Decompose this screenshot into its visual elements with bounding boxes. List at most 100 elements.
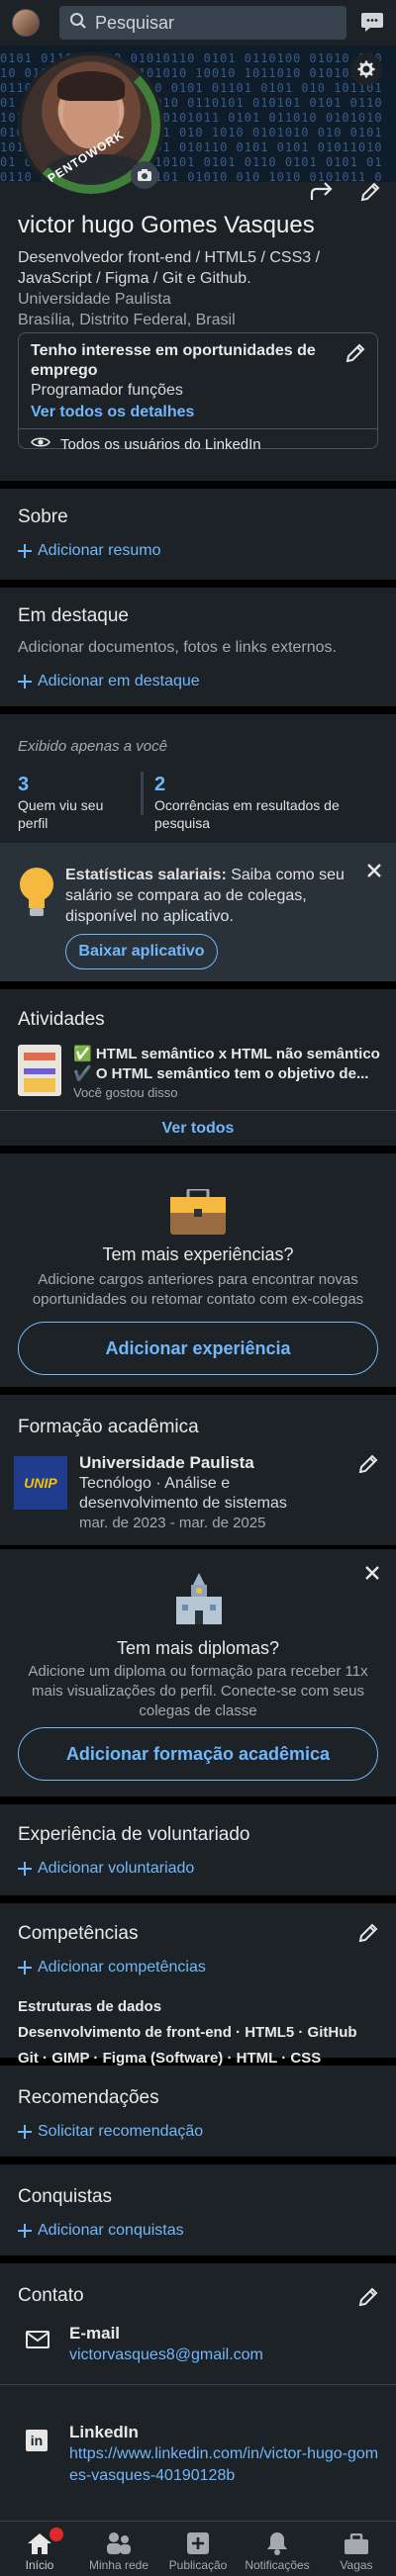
edit-intro-pencil-icon[interactable]	[358, 180, 382, 204]
open-to-work-card[interactable]: Tenho interesse em oportunidades de empr…	[18, 332, 378, 453]
skill-item[interactable]: HTML5	[245, 2024, 294, 2041]
diplomas-prompt-desc: Adicione um diploma ou formação para rec…	[28, 1663, 368, 1719]
email-value: victorvasques8@gmail.com	[69, 2346, 263, 2363]
plus-icon	[18, 2224, 32, 2238]
skills-row: Desenvolvimento de front-end · HTML5 · G…	[18, 2020, 384, 2046]
post-line-2: ✔️ O HTML semântico tem o objetivo de...	[73, 1065, 369, 1082]
education-school: Universidade Paulista	[79, 1453, 254, 1472]
nav-item-notifications[interactable]: Notificações	[238, 2522, 317, 2576]
stat-profile-views[interactable]: 3 Quem viu seu perfil	[18, 774, 137, 832]
profile-headline: Desenvolvedor front-end / HTML5 / CSS3 /…	[18, 249, 321, 287]
add-achievements-label: Adicionar conquistas	[38, 2222, 184, 2239]
edit-opportunities-pencil-icon[interactable]	[344, 341, 367, 365]
linkedin-label: LinkedIn	[69, 2423, 139, 2441]
featured-title: Em destaque	[18, 605, 129, 626]
eye-icon	[31, 435, 50, 453]
post-thumbnail[interactable]	[18, 1045, 61, 1096]
skill-item[interactable]: Estruturas de dados	[18, 1998, 161, 2015]
skill-separator: ·	[223, 2050, 237, 2067]
email-label: E-mail	[69, 2324, 121, 2343]
plus-icon	[18, 1961, 32, 1975]
edit-skills-pencil-icon[interactable]	[356, 1921, 380, 1945]
close-icon[interactable]	[364, 1565, 380, 1584]
nav-item-home[interactable]: Início	[0, 2522, 79, 2576]
post-meta: Você gostou disso	[73, 1085, 178, 1100]
messaging-icon[interactable]	[360, 11, 384, 36]
skill-item[interactable]: Desenvolvimento de front-end	[18, 2024, 232, 2041]
nav-item-jobs[interactable]: Vagas	[317, 2522, 396, 2576]
see-all-details-link[interactable]: Ver todos os detalhes	[31, 401, 365, 424]
gear-icon[interactable]	[350, 53, 382, 85]
profile-name: victor hugo Gomes Vasques	[18, 212, 315, 238]
nav-label: Vagas	[340, 2558, 373, 2572]
activities-title: Atividades	[18, 1009, 105, 1030]
nav-item-post[interactable]: Publicação	[158, 2522, 238, 2576]
bottom-nav: Início Minha rede Publicação Notificaçõe…	[0, 2521, 396, 2576]
skill-item[interactable]: HTML	[237, 2050, 277, 2067]
edit-education-pencil-icon[interactable]	[356, 1452, 380, 1476]
about-section: Sobre Adicionar resumo	[0, 489, 396, 580]
bell-icon	[266, 2531, 288, 2558]
school-building-illustration-icon	[174, 1573, 224, 1627]
download-app-button[interactable]: Baixar aplicativo	[65, 934, 218, 969]
add-summary-link[interactable]: Adicionar resumo	[18, 542, 161, 560]
experience-prompt: Tem mais experiências? Adicione cargos a…	[0, 1153, 396, 1387]
intro-text: victor hugo Gomes Vasques Desenvolvedor …	[18, 212, 378, 330]
add-education-button[interactable]: Adicionar formação acadêmica	[18, 1727, 378, 1781]
about-title: Sobre	[18, 506, 68, 527]
stat-value: 2	[154, 774, 166, 795]
visibility-row: Todos os usuários do LinkedIn	[19, 428, 377, 453]
search-input[interactable]: Pesquisar	[59, 6, 346, 40]
education-entry[interactable]: Universidade Paulista Tecnólogo · Anális…	[79, 1452, 337, 1533]
request-recommendation-link[interactable]: Solicitar recomendação	[18, 2123, 203, 2141]
achievements-title: Conquistas	[18, 2186, 113, 2207]
featured-section: Em destaque Adicionar documentos, fotos …	[0, 588, 396, 706]
stat-label: Quem viu seu perfil	[18, 797, 104, 831]
add-volunteer-link[interactable]: Adicionar voluntariado	[18, 1860, 194, 1878]
visibility-label: Todos os usuários do LinkedIn	[60, 435, 261, 453]
nav-item-network[interactable]: Minha rede	[79, 2522, 158, 2576]
add-achievements-link[interactable]: Adicionar conquistas	[18, 2222, 184, 2240]
education-dates: mar. de 2023 - mar. de 2025	[79, 1515, 266, 1531]
linkedin-url: https://www.linkedin.com/in/victor-hugo-…	[69, 2445, 379, 2484]
skill-item[interactable]: GitHub	[308, 2024, 357, 2041]
share-icon[interactable]	[309, 182, 335, 207]
request-recommendation-label: Solicitar recomendação	[38, 2123, 204, 2140]
contact-email[interactable]: E-mail victorvasques8@gmail.com	[69, 2323, 376, 2366]
post-line-1: ✅ HTML semântico x HTML não semântico	[73, 1046, 380, 1062]
add-featured-label: Adicionar em destaque	[38, 673, 200, 690]
activities-section: Atividades ✅ HTML semântico x HTML não s…	[0, 989, 396, 1146]
school-logo-text: UNIP	[24, 1475, 57, 1491]
briefcase-icon	[344, 2532, 369, 2558]
add-experience-button[interactable]: Adicionar experiência	[18, 1322, 378, 1375]
add-featured-link[interactable]: Adicionar em destaque	[18, 673, 200, 690]
skills-section: Competências Adicionar competências Estr…	[0, 1903, 396, 2067]
activity-post[interactable]: ✅ HTML semântico x HTML não semântico ✔️…	[73, 1045, 382, 1102]
skill-item[interactable]: CSS	[290, 2050, 321, 2067]
contact-linkedin[interactable]: LinkedIn https://www.linkedin.com/in/vic…	[69, 2422, 380, 2487]
experience-prompt-desc: Adicione cargos anteriores para encontra…	[32, 1271, 364, 1308]
edit-contact-pencil-icon[interactable]	[356, 2285, 380, 2309]
search-placeholder: Pesquisar	[95, 12, 175, 33]
skill-separator: ·	[89, 2050, 103, 2067]
skill-item[interactable]: GIMP	[51, 2050, 89, 2067]
plus-icon	[18, 2125, 32, 2139]
add-volunteer-label: Adicionar voluntariado	[38, 1860, 195, 1877]
avatar[interactable]	[12, 9, 40, 37]
analytics-section: Exibido apenas a você 3 Quem viu seu per…	[0, 714, 396, 843]
stat-label: Ocorrências em resultados de pesquisa	[154, 797, 340, 831]
diplomas-prompt-title: Tem mais diplomas?	[116, 1638, 280, 1658]
add-skills-link[interactable]: Adicionar competências	[18, 1959, 206, 1977]
skills-list: Estruturas de dados Desenvolvimento de fr…	[18, 1994, 384, 2071]
skill-item[interactable]: Figma (Software)	[103, 2050, 224, 2067]
volunteer-title: Experiência de voluntariado	[18, 1824, 250, 1845]
close-icon[interactable]	[366, 863, 382, 881]
stat-search-appearances[interactable]: 2 Ocorrências em resultados de pesquisa	[154, 774, 380, 832]
profile-location: Brasília, Distrito Federal, Brasil	[18, 312, 236, 328]
see-all-activities-button[interactable]: Ver todos	[0, 1112, 396, 1146]
school-logo[interactable]: UNIP	[14, 1456, 67, 1510]
opportunities-title: Tenho interesse em oportunidades de empr…	[31, 342, 316, 379]
skill-item[interactable]: Git	[18, 2050, 39, 2067]
recommendations-title: Recomendações	[18, 2087, 159, 2108]
camera-icon[interactable]	[131, 161, 158, 189]
